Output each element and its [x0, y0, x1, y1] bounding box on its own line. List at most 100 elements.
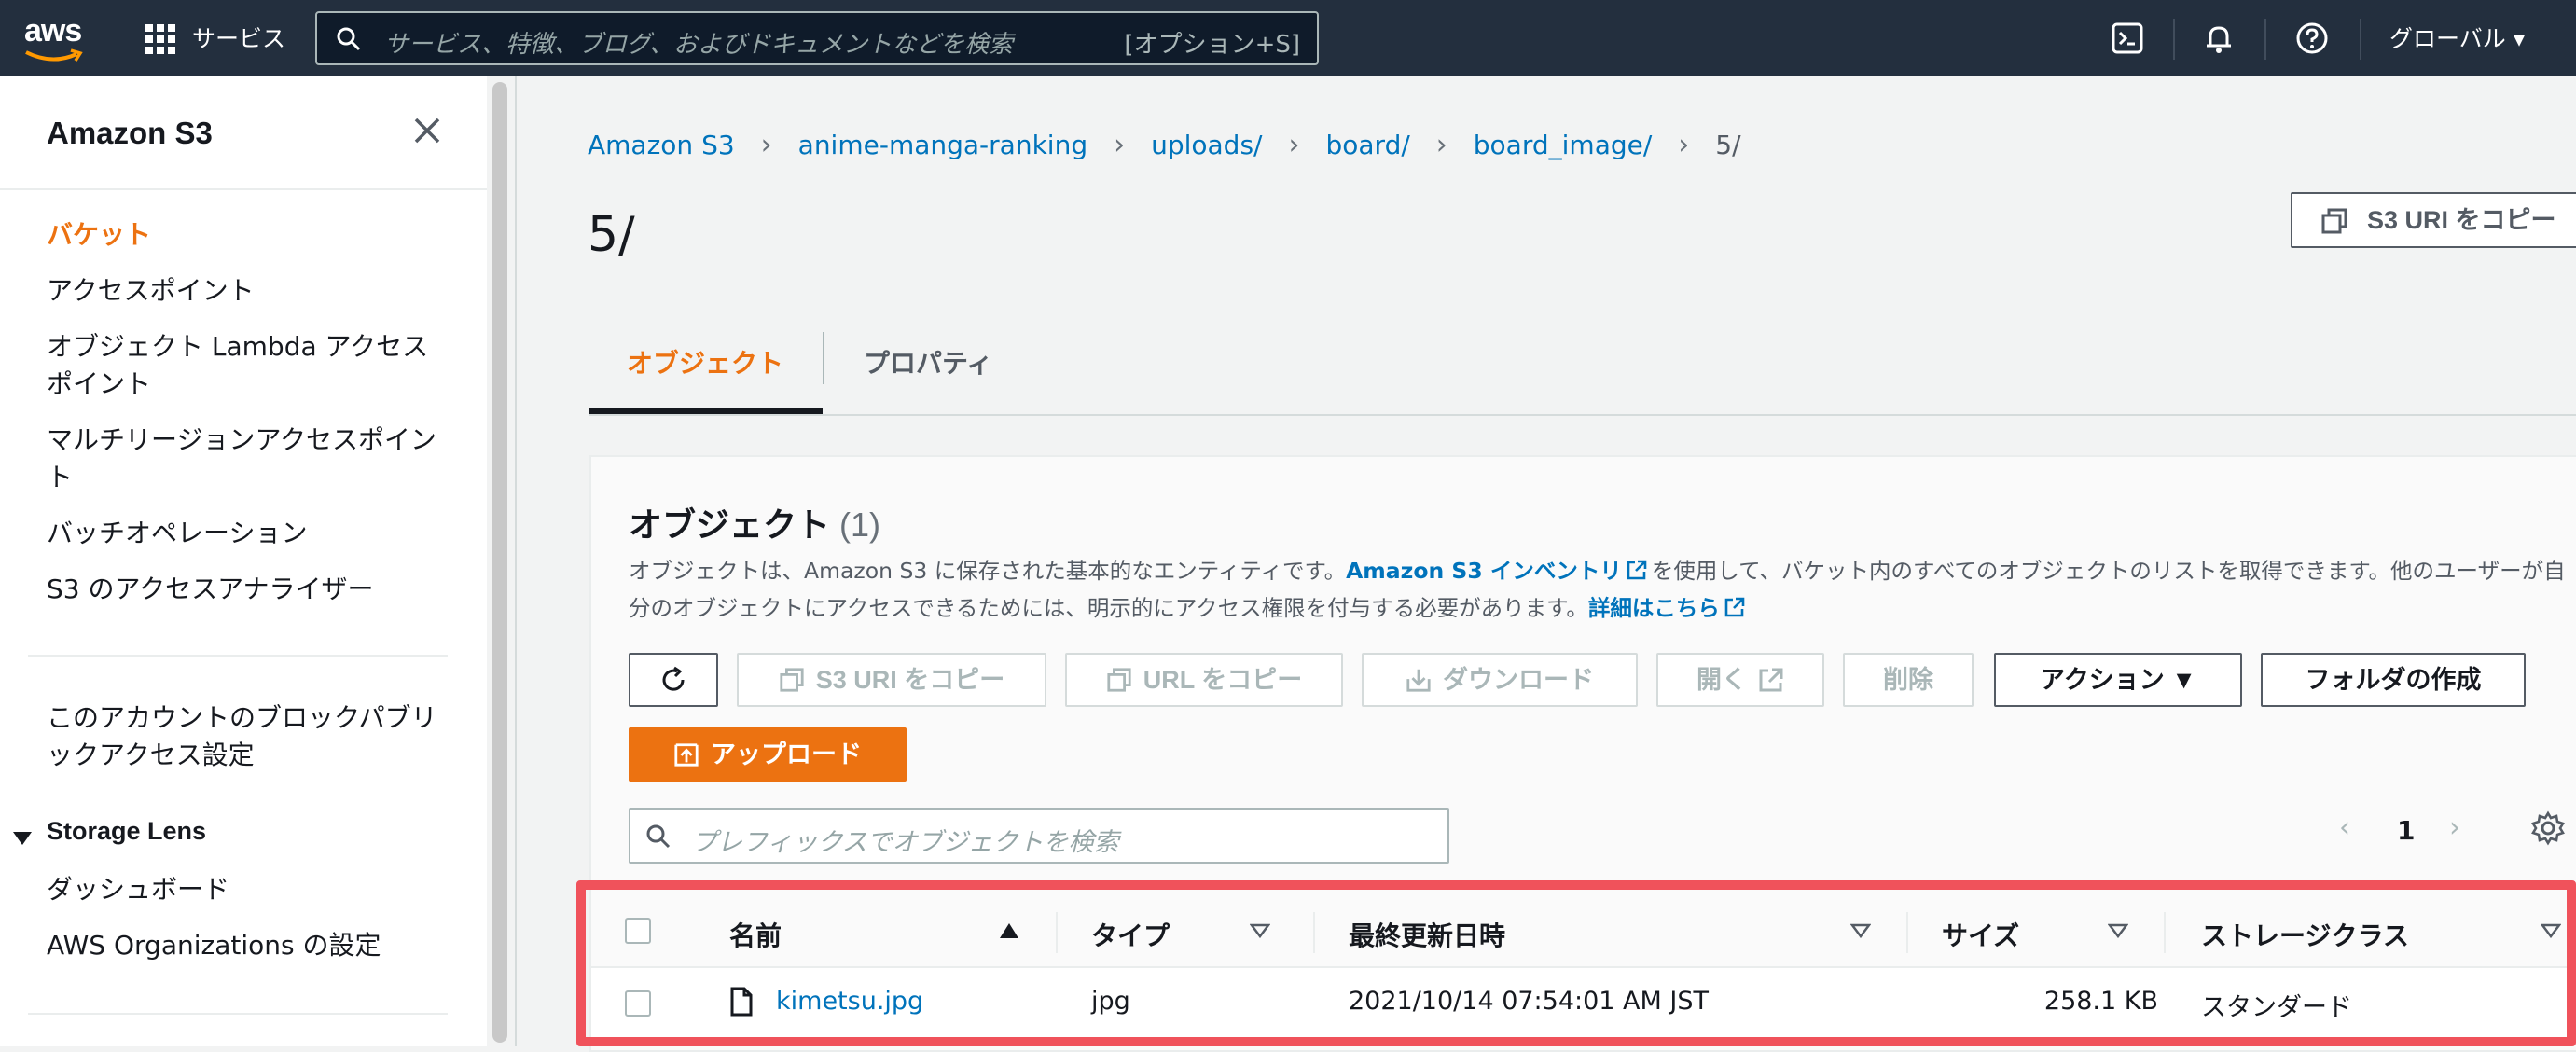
copy-s3-uri-button[interactable]: S3 URI をコピー [737, 653, 1046, 707]
upload-icon [674, 743, 699, 767]
copy-icon [1107, 668, 1131, 692]
tabs: オブジェクト プロパティ [589, 326, 2576, 416]
create-folder-button[interactable]: フォルダの作成 [2261, 653, 2526, 707]
page-title: 5/ [588, 207, 635, 263]
sort-icon[interactable] [1850, 923, 1871, 938]
aws-logo-text: aws [24, 13, 82, 48]
objects-panel: オブジェクト (1) オブジェクトは、Amazon S3 に保存された基本的なエ… [589, 455, 2576, 1052]
column-divider [1313, 912, 1315, 953]
upload-label: アップロード [711, 741, 862, 768]
next-page-icon[interactable]: › [2449, 811, 2460, 844]
column-header-storage-class[interactable]: ストレージクラス [2201, 916, 2409, 953]
column-header-last-modified[interactable]: 最終更新日時 [1349, 916, 1505, 953]
sidebar-item-batch-operations[interactable]: バッチオペレーション [47, 515, 438, 552]
sort-icon[interactable] [2108, 923, 2128, 938]
breadcrumb-link[interactable]: board_image/ [1474, 130, 1653, 160]
close-icon[interactable] [410, 114, 444, 147]
previous-page-icon[interactable]: ‹ [2339, 811, 2350, 844]
aws-smile-icon [25, 48, 83, 62]
breadcrumb-link[interactable]: anime-manga-ranking [798, 130, 1087, 160]
column-header-name[interactable]: 名前 [729, 916, 782, 953]
column-header-type[interactable]: タイプ [1091, 916, 1170, 953]
sidebar-item-multi-region-access-points[interactable]: マルチリージョンアクセスポイント [47, 422, 438, 496]
global-search-input[interactable]: サービス、特徴、ブログ、およびドキュメントなどを検索 [オプション+S] [315, 11, 1319, 65]
breadcrumb-current: 5/ [1715, 130, 1741, 160]
objects-panel-title: オブジェクト (1) [629, 498, 880, 547]
chevron-right-icon: › [1288, 129, 1300, 161]
actions-dropdown-button[interactable]: アクション ▼ [1994, 653, 2242, 707]
breadcrumb-link[interactable]: board/ [1325, 130, 1409, 160]
aws-logo[interactable]: aws [24, 13, 86, 63]
external-link-icon[interactable] [1724, 596, 1746, 618]
table-row[interactable]: kimetsu.jpg jpg 2021/10/14 07:54:01 AM J… [591, 968, 2576, 1043]
column-header-size[interactable]: サイズ [1942, 916, 2019, 953]
chevron-right-icon: › [1114, 129, 1126, 161]
active-tab-indicator [589, 408, 823, 414]
object-search-input[interactable]: プレフィックスでオブジェクトを検索 [629, 808, 1449, 864]
scrollbar-thumb[interactable] [492, 82, 507, 1043]
refresh-button[interactable] [629, 653, 718, 707]
description-text: オブジェクトは、Amazon S3 に保存された基本的なエンティティです。 [629, 558, 1347, 584]
delete-button[interactable]: 削除 [1843, 653, 1974, 707]
sidebar-item-block-public-access[interactable]: このアカウントのブロックパブリックアクセス設定 [47, 699, 438, 774]
sidebar-item-object-lambda-access-points[interactable]: オブジェクト Lambda アクセスポイント [47, 328, 438, 403]
sort-icon[interactable] [1250, 923, 1270, 938]
topbar-divider [2173, 19, 2175, 60]
bell-icon[interactable] [2201, 21, 2237, 56]
topbar-divider [2360, 19, 2361, 60]
learn-more-link[interactable]: 詳細はこちら [1588, 595, 1720, 621]
objects-table-header: 名前 タイプ 最終更新日時 サイズ ストレージクラス [591, 895, 2576, 968]
help-icon[interactable] [2294, 21, 2330, 56]
external-link-icon[interactable] [1626, 559, 1648, 581]
cloudshell-icon[interactable] [2110, 21, 2145, 56]
copy-s3-uri-label: S3 URI をコピー [2367, 206, 2556, 234]
gear-icon[interactable] [2529, 810, 2567, 847]
copy-url-label: URL をコピー [1143, 666, 1303, 694]
refresh-icon [662, 666, 685, 691]
services-grid-icon[interactable] [145, 24, 175, 54]
sidebar-section-storage-lens[interactable]: Storage Lens [47, 817, 206, 846]
breadcrumb-link[interactable]: uploads/ [1151, 130, 1262, 160]
services-menu[interactable]: サービス [192, 21, 285, 54]
column-divider [1056, 912, 1058, 953]
caret-down-icon[interactable] [13, 832, 32, 845]
select-all-checkbox[interactable] [625, 918, 651, 944]
sort-ascending-icon[interactable] [1000, 923, 1018, 938]
breadcrumb-link[interactable]: Amazon S3 [588, 130, 735, 160]
object-name-link[interactable]: kimetsu.jpg [776, 987, 923, 1016]
tab-objects[interactable]: オブジェクト [627, 343, 783, 381]
upload-button[interactable]: アップロード [629, 727, 907, 782]
tab-divider [823, 332, 824, 384]
current-page-number[interactable]: 1 [2397, 815, 2415, 846]
copy-icon [780, 668, 804, 692]
sidebar: Amazon S3 バケット アクセスポイント オブジェクト Lambda アク… [0, 76, 487, 1046]
chevron-right-icon: › [1435, 129, 1447, 161]
sidebar-item-access-points[interactable]: アクセスポイント [47, 272, 438, 310]
tab-properties[interactable]: プロパティ [864, 343, 992, 381]
inventory-link[interactable]: Amazon S3 インベントリ [1346, 558, 1622, 584]
copy-s3-uri-button[interactable]: S3 URI をコピー [2291, 192, 2576, 248]
download-button[interactable]: ダウンロード [1362, 653, 1638, 707]
sidebar-item-dashboards[interactable]: ダッシュボード [47, 871, 438, 908]
file-icon [730, 987, 753, 1017]
column-divider [2164, 912, 2166, 953]
sort-icon[interactable] [2541, 923, 2561, 938]
sidebar-scrollbar[interactable] [487, 76, 515, 1046]
copy-s3-uri-label: S3 URI をコピー [815, 666, 1005, 694]
row-checkbox[interactable] [625, 990, 651, 1017]
breadcrumb: Amazon S3 › anime-manga-ranking › upload… [588, 129, 1741, 161]
sidebar-item-access-analyzer[interactable]: S3 のアクセスアナライザー [47, 571, 438, 608]
region-selector[interactable]: グローバル ▾ [2389, 21, 2525, 54]
sidebar-divider [0, 188, 487, 190]
topbar-divider [2264, 19, 2266, 60]
object-type: jpg [1091, 987, 1130, 1016]
external-link-icon [1759, 668, 1783, 692]
sidebar-item-buckets[interactable]: バケット [47, 216, 438, 254]
objects-description: オブジェクトは、Amazon S3 に保存された基本的なエンティティです。Ama… [629, 552, 2576, 627]
sidebar-divider [28, 655, 448, 657]
open-button[interactable]: 開く [1656, 653, 1824, 707]
sidebar-item-organizations-settings[interactable]: AWS Organizations の設定 [47, 927, 438, 964]
sidebar-divider [28, 1013, 448, 1015]
search-icon [646, 824, 671, 849]
copy-url-button[interactable]: URL をコピー [1065, 653, 1343, 707]
